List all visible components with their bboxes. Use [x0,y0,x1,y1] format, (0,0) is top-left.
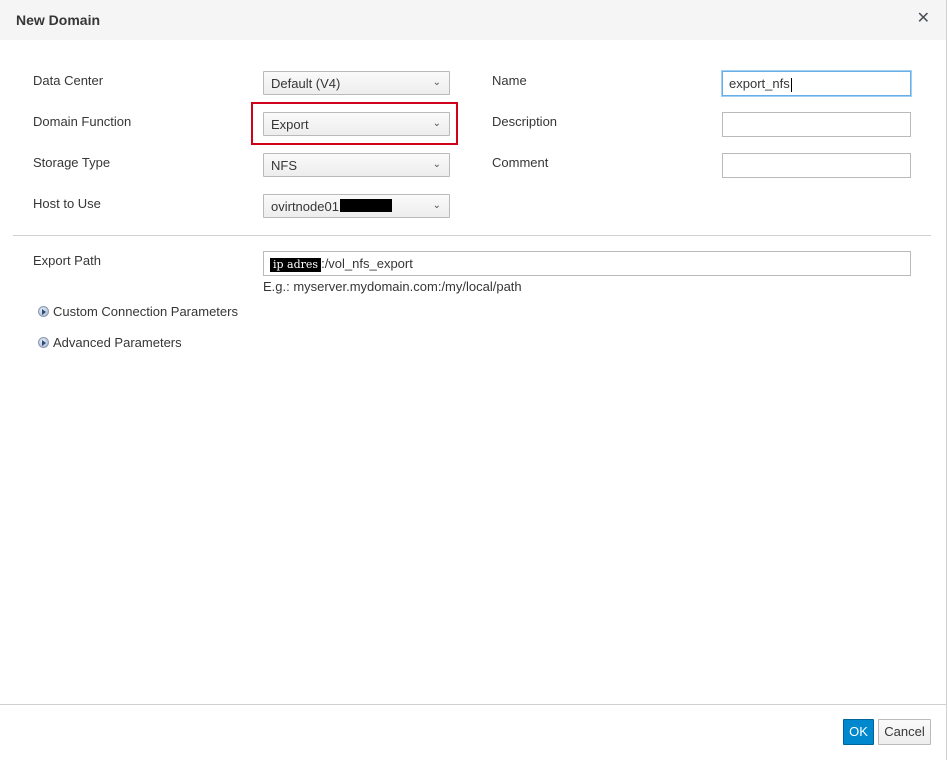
cancel-button[interactable]: Cancel [878,719,931,745]
storage-type-select[interactable]: NFS ⌄ [263,153,450,177]
advanced-parameters-label: Advanced Parameters [53,335,182,350]
redacted-ip-address: ip adres [270,257,322,272]
host-to-use-value: ovirtnode01 [271,199,339,214]
custom-connection-parameters-expander[interactable]: Custom Connection Parameters [38,304,238,319]
section-divider [13,235,931,236]
chevron-down-icon: ⌄ [432,159,441,170]
description-input[interactable] [722,112,911,137]
export-path-hint: E.g.: myserver.mydomain.com:/my/local/pa… [263,279,522,294]
export-path-value: :/vol_nfs_export [321,256,413,271]
close-icon[interactable]: ✕ [917,8,930,28]
description-label: Description [492,114,558,129]
expand-arrow-icon [38,306,49,317]
expand-arrow-icon [38,337,49,348]
export-path-input[interactable]: ip adres:/vol_nfs_export [263,251,911,276]
custom-connection-parameters-label: Custom Connection Parameters [53,304,238,319]
storage-type-label: Storage Type [33,155,111,170]
dialog-header: New Domain ✕ [0,0,946,40]
export-path-label: Export Path [33,253,101,268]
data-center-value: Default (V4) [271,76,341,91]
advanced-parameters-expander[interactable]: Advanced Parameters [38,335,182,350]
host-to-use-label: Host to Use [33,196,101,211]
name-input-value: export_nfs [729,76,790,91]
annotation-highlight-box [251,102,458,145]
name-label: Name [492,73,527,88]
redaction-bar [340,199,392,212]
dialog-title: New Domain [16,12,101,28]
data-center-select[interactable]: Default (V4) ⌄ [263,71,450,95]
text-caret [790,77,792,92]
chevron-down-icon: ⌄ [432,200,441,211]
name-input[interactable]: export_nfs [722,71,911,96]
storage-type-value: NFS [271,158,297,173]
comment-input[interactable] [722,153,911,178]
data-center-label: Data Center [33,73,104,88]
footer-divider [0,704,946,705]
ok-button[interactable]: OK [843,719,874,745]
chevron-down-icon: ⌄ [432,77,441,88]
comment-label: Comment [492,155,549,170]
new-domain-dialog: New Domain ✕ Data Center Default (V4) ⌄ … [0,0,947,760]
domain-function-label: Domain Function [33,114,132,129]
